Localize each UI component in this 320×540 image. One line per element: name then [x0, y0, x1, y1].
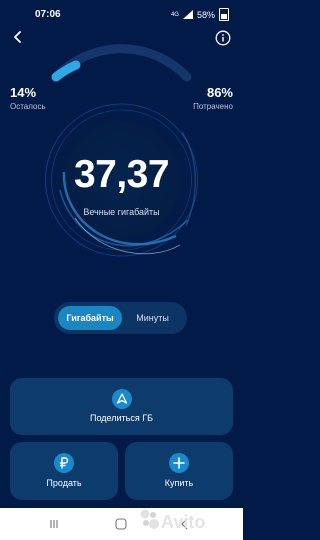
sell-icon-circle	[54, 453, 74, 473]
spent-label: Потрачено	[193, 102, 233, 111]
gigabytes-value: 37,37	[73, 153, 170, 196]
status-time: 07:06	[35, 9, 61, 20]
status-icons: 4G 58%	[171, 8, 229, 21]
remaining-percent: 14%	[10, 85, 37, 100]
battery-percent: 58%	[196, 9, 215, 20]
share-gb-button[interactable]: Поделиться ГБ	[10, 378, 233, 435]
nav-home-button[interactable]	[112, 515, 130, 533]
recents-icon	[50, 520, 58, 528]
buy-icon-circle	[169, 453, 189, 473]
buy-button[interactable]: Купить	[125, 442, 233, 500]
sell-button[interactable]: Продать	[10, 442, 118, 500]
battery-icon	[219, 8, 229, 21]
remaining-label: Осталось	[10, 102, 46, 111]
gauge-fill	[51, 60, 81, 82]
share-gb-label: Поделиться ГБ	[90, 413, 153, 423]
home-icon	[115, 518, 127, 530]
buy-label: Купить	[164, 478, 194, 488]
spent-stat: 86% Потрачено	[193, 85, 233, 111]
unit-toggle: Гигабайты Минуты	[54, 302, 187, 334]
svg-text:Avito: Avito	[161, 512, 205, 532]
ruble-icon	[59, 457, 69, 469]
toggle-minutes[interactable]: Минуты	[122, 306, 183, 330]
spent-percent: 86%	[206, 85, 233, 100]
gigabytes-label: Вечные гигабайты	[83, 207, 160, 217]
sell-label: Продать	[46, 478, 82, 488]
share-triangle-icon	[116, 393, 127, 404]
plus-icon	[173, 457, 185, 469]
status-bar: 07:06 4G 58%	[0, 0, 243, 28]
avito-watermark: Avito	[140, 509, 205, 532]
remaining-stat: 14% Осталось	[10, 85, 46, 111]
toggle-gigabytes[interactable]: Гигабайты	[58, 306, 122, 330]
network-indicator: 4G	[170, 11, 179, 18]
nav-recents-button[interactable]	[45, 515, 63, 533]
share-icon-circle	[111, 389, 132, 409]
signal-icon	[182, 10, 193, 19]
